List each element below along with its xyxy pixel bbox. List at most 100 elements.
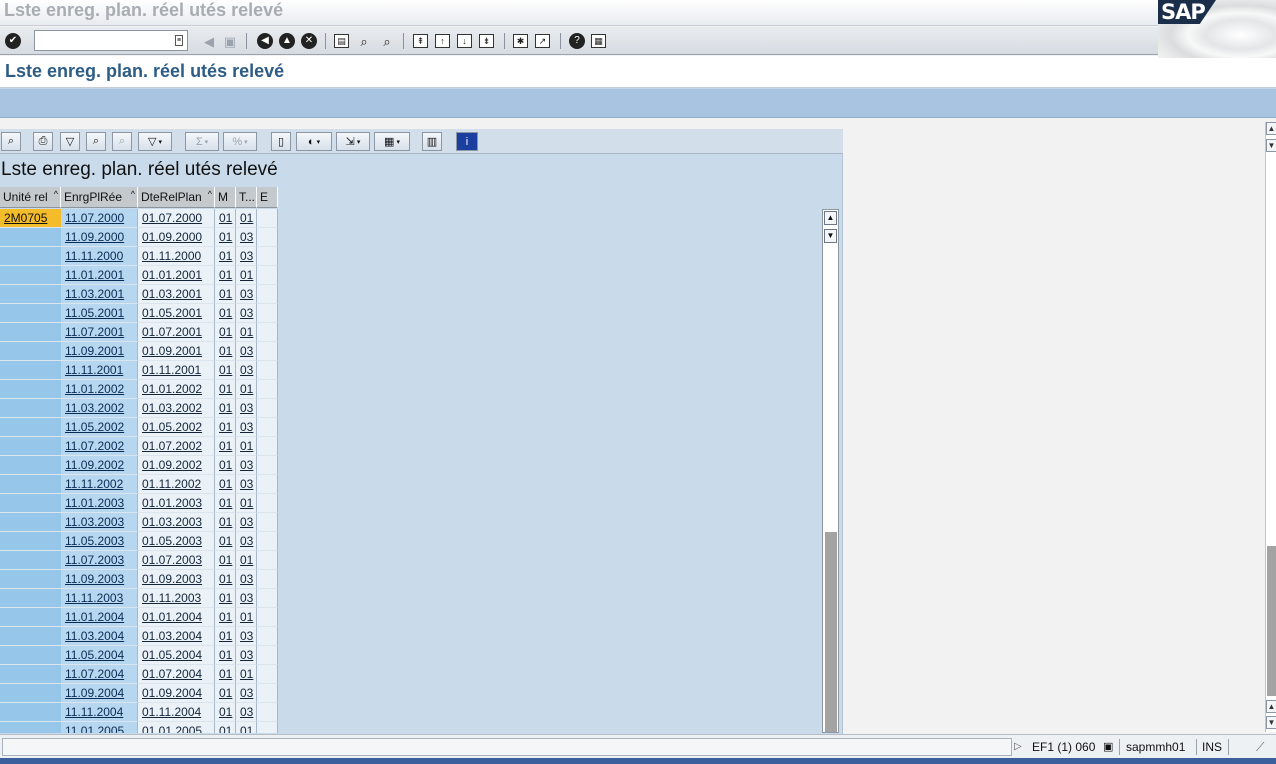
- cell-m[interactable]: 01: [215, 266, 236, 285]
- cell-unit[interactable]: [0, 437, 61, 456]
- cell-e[interactable]: [257, 551, 278, 570]
- column-header-t[interactable]: T...: [236, 187, 257, 208]
- cell-e[interactable]: [257, 684, 278, 703]
- cell-e[interactable]: [257, 513, 278, 532]
- cell-enreg-date[interactable]: 11.11.2000: [61, 247, 138, 266]
- cell-reading-date[interactable]: 01.05.2002: [138, 418, 215, 437]
- cell-reading-date[interactable]: 01.01.2001: [138, 266, 215, 285]
- scroll-down-icon[interactable]: ▼: [824, 229, 837, 243]
- cell-m[interactable]: 01: [215, 532, 236, 551]
- cell-t[interactable]: 01: [236, 722, 257, 733]
- cell-e[interactable]: [257, 323, 278, 342]
- cell-e[interactable]: [257, 703, 278, 722]
- find-icon[interactable]: ⌕: [355, 32, 373, 50]
- cell-t[interactable]: 03: [236, 684, 257, 703]
- table-row[interactable]: 11.01.2005 01.01.2005 01 01: [0, 722, 278, 733]
- table-row[interactable]: 2M0705 11.07.2000 01.07.2000 01 01: [0, 209, 278, 228]
- table-row[interactable]: 11.05.2004 01.05.2004 01 03: [0, 646, 278, 665]
- cell-e[interactable]: [257, 418, 278, 437]
- cell-t[interactable]: 03: [236, 703, 257, 722]
- cell-enreg-date[interactable]: 11.01.2003: [61, 494, 138, 513]
- cell-enreg-date[interactable]: 11.01.2004: [61, 608, 138, 627]
- table-row[interactable]: 11.07.2001 01.07.2001 01 01: [0, 323, 278, 342]
- help-icon[interactable]: ?: [569, 33, 585, 49]
- column-header-m[interactable]: M: [215, 187, 236, 208]
- cell-m[interactable]: 01: [215, 570, 236, 589]
- cell-t[interactable]: 01: [236, 665, 257, 684]
- cell-e[interactable]: [257, 228, 278, 247]
- cell-e[interactable]: [257, 608, 278, 627]
- page-scroll-up-icon[interactable]: ▲: [1266, 122, 1276, 135]
- cell-unit[interactable]: [0, 342, 61, 361]
- back-arrow-icon[interactable]: ◀: [200, 32, 218, 50]
- cell-m[interactable]: 01: [215, 703, 236, 722]
- cell-reading-date[interactable]: 01.01.2002: [138, 380, 215, 399]
- command-history-icon[interactable]: ≡: [175, 35, 183, 46]
- column-header-e[interactable]: E: [257, 187, 278, 208]
- alv-scrollbar[interactable]: ▲ ▼: [822, 209, 839, 733]
- table-row[interactable]: 11.05.2003 01.05.2003 01 03: [0, 532, 278, 551]
- cell-t[interactable]: 03: [236, 285, 257, 304]
- cell-e[interactable]: [257, 532, 278, 551]
- cell-e[interactable]: [257, 494, 278, 513]
- table-row[interactable]: 11.11.2003 01.11.2003 01 03: [0, 589, 278, 608]
- cell-unit[interactable]: [0, 266, 61, 285]
- table-row[interactable]: 11.09.2000 01.09.2000 01 03: [0, 228, 278, 247]
- cell-m[interactable]: 01: [215, 209, 236, 228]
- cell-unit[interactable]: [0, 532, 61, 551]
- cell-unit[interactable]: [0, 456, 61, 475]
- cancel-icon[interactable]: ✕: [301, 33, 317, 49]
- column-header-unit[interactable]: Unité rel ^: [0, 187, 61, 208]
- resize-grip-icon[interactable]: ⟋: [1256, 738, 1264, 756]
- cell-e[interactable]: [257, 665, 278, 684]
- insert-mode[interactable]: INS: [1202, 738, 1222, 756]
- cell-enreg-date[interactable]: 11.09.2001: [61, 342, 138, 361]
- cell-e[interactable]: [257, 627, 278, 646]
- cell-enreg-date[interactable]: 11.11.2004: [61, 703, 138, 722]
- cell-reading-date[interactable]: 01.05.2003: [138, 532, 215, 551]
- cell-e[interactable]: [257, 589, 278, 608]
- cell-unit[interactable]: [0, 399, 61, 418]
- cell-enreg-date[interactable]: 11.03.2004: [61, 627, 138, 646]
- exit-icon[interactable]: ▲: [279, 33, 295, 49]
- table-row[interactable]: 11.03.2004 01.03.2004 01 03: [0, 627, 278, 646]
- cell-unit[interactable]: [0, 361, 61, 380]
- cell-e[interactable]: [257, 342, 278, 361]
- cell-reading-date[interactable]: 01.11.2001: [138, 361, 215, 380]
- cell-reading-date[interactable]: 01.01.2004: [138, 608, 215, 627]
- cell-reading-date[interactable]: 01.11.2002: [138, 475, 215, 494]
- cell-unit[interactable]: [0, 475, 61, 494]
- cell-unit[interactable]: [0, 228, 61, 247]
- cell-m[interactable]: 01: [215, 627, 236, 646]
- find-next-icon[interactable]: ⌕: [378, 32, 396, 50]
- next-page-icon[interactable]: ↓: [457, 34, 472, 48]
- cell-unit[interactable]: [0, 513, 61, 532]
- cell-t[interactable]: 03: [236, 456, 257, 475]
- page-scroll-up2-icon[interactable]: ▲: [1266, 700, 1276, 713]
- cell-reading-date[interactable]: 01.11.2000: [138, 247, 215, 266]
- cell-t[interactable]: 03: [236, 418, 257, 437]
- table-row[interactable]: 11.09.2001 01.09.2001 01 03: [0, 342, 278, 361]
- cell-e[interactable]: [257, 304, 278, 323]
- table-row[interactable]: 11.07.2003 01.07.2003 01 01: [0, 551, 278, 570]
- cell-t[interactable]: 03: [236, 570, 257, 589]
- cell-unit[interactable]: [0, 627, 61, 646]
- table-row[interactable]: 11.09.2002 01.09.2002 01 03: [0, 456, 278, 475]
- cell-unit[interactable]: [0, 589, 61, 608]
- cell-e[interactable]: [257, 456, 278, 475]
- cell-reading-date[interactable]: 01.07.2000: [138, 209, 215, 228]
- cell-reading-date[interactable]: 01.11.2004: [138, 703, 215, 722]
- print-icon[interactable]: ▤: [334, 34, 349, 48]
- cell-reading-date[interactable]: 01.09.2000: [138, 228, 215, 247]
- subtotal-icon[interactable]: % ▾: [223, 132, 257, 151]
- cell-m[interactable]: 01: [215, 551, 236, 570]
- cell-unit[interactable]: [0, 570, 61, 589]
- cell-reading-date[interactable]: 01.01.2005: [138, 722, 215, 733]
- cell-reading-date[interactable]: 01.07.2003: [138, 551, 215, 570]
- layout-menu-icon[interactable]: ▦: [591, 34, 606, 48]
- layout-icon[interactable]: ▦ ▾: [374, 132, 410, 151]
- cell-enreg-date[interactable]: 11.05.2001: [61, 304, 138, 323]
- cell-enreg-date[interactable]: 11.07.2004: [61, 665, 138, 684]
- command-field[interactable]: ≡: [34, 30, 188, 51]
- green-back-icon[interactable]: ◀: [257, 33, 273, 49]
